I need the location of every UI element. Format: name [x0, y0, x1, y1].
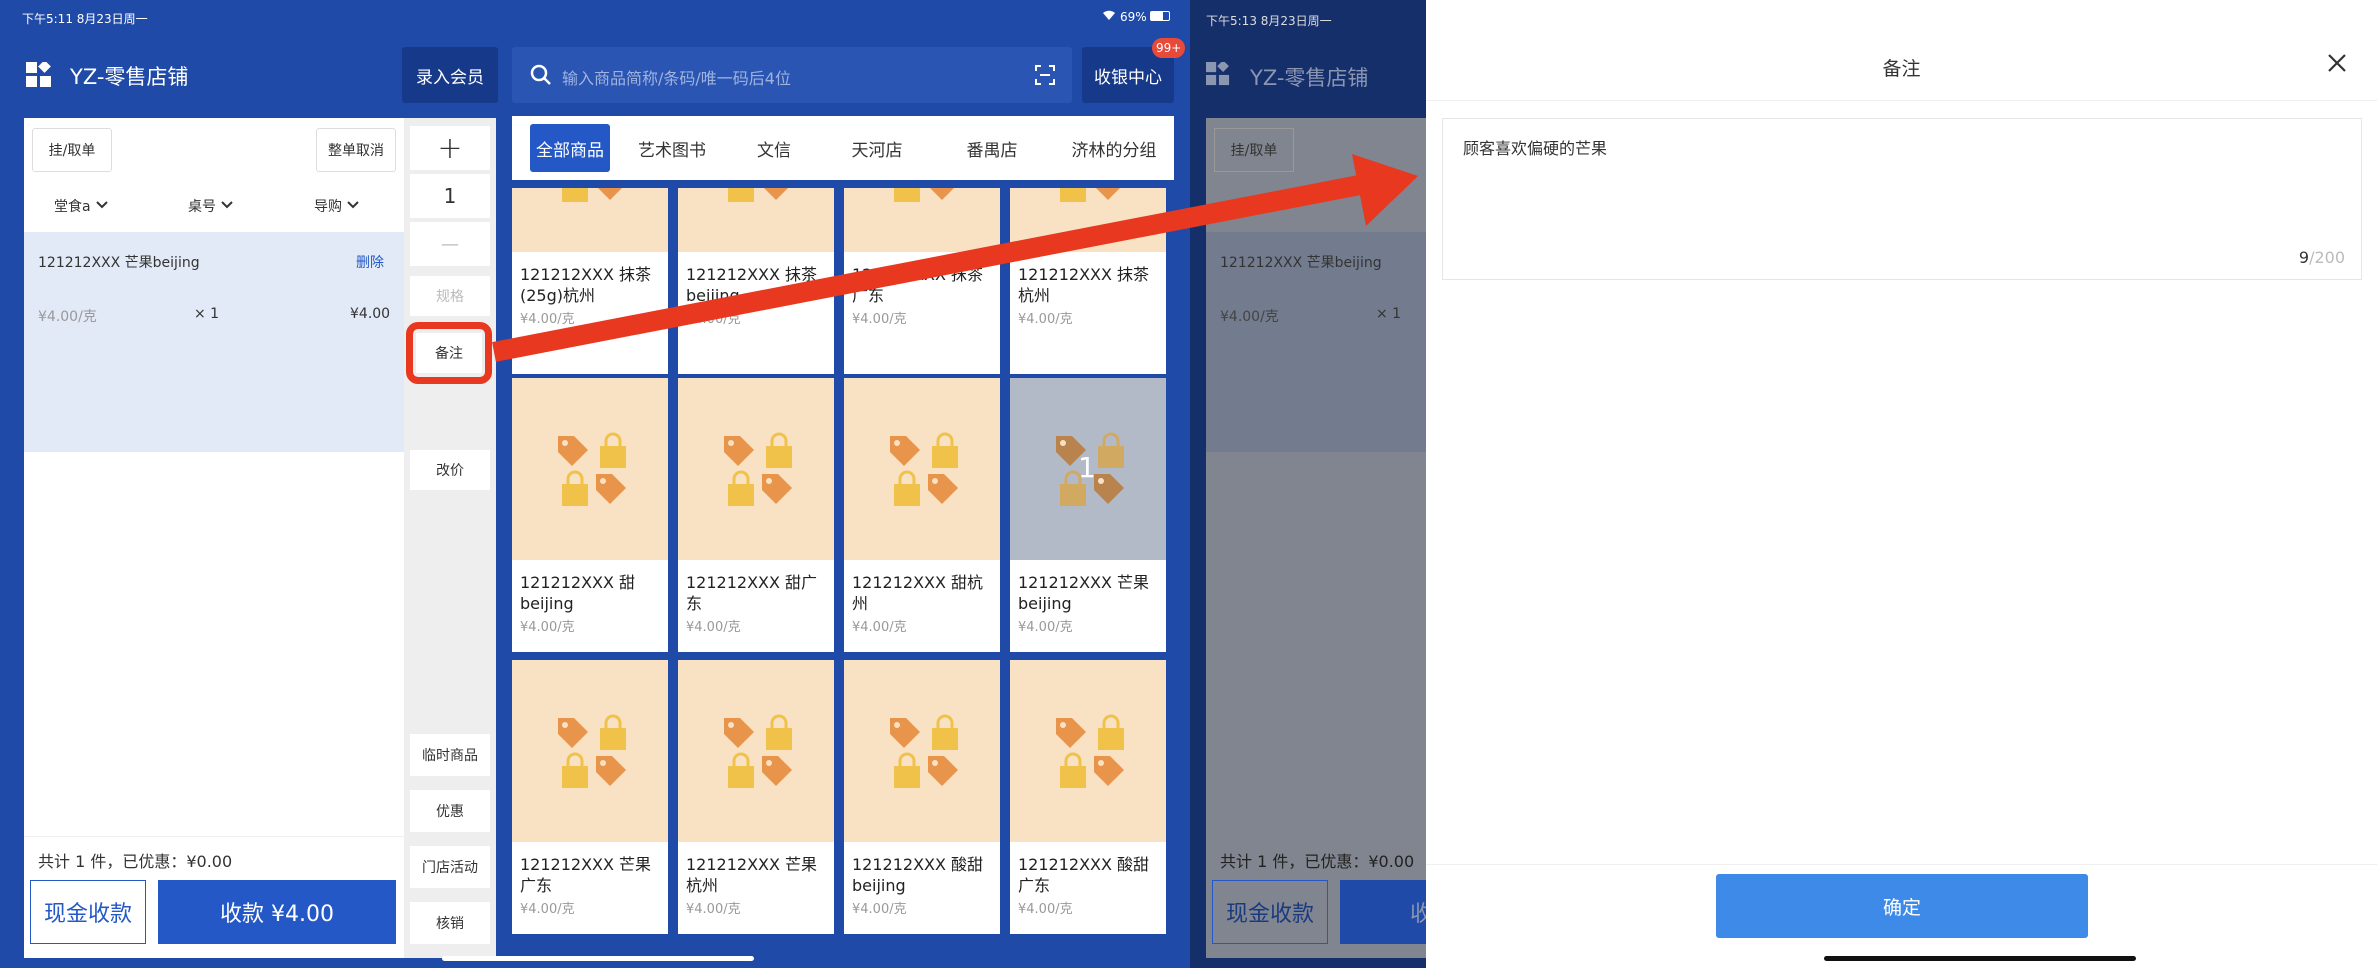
annotation-arrow: [492, 154, 1418, 362]
